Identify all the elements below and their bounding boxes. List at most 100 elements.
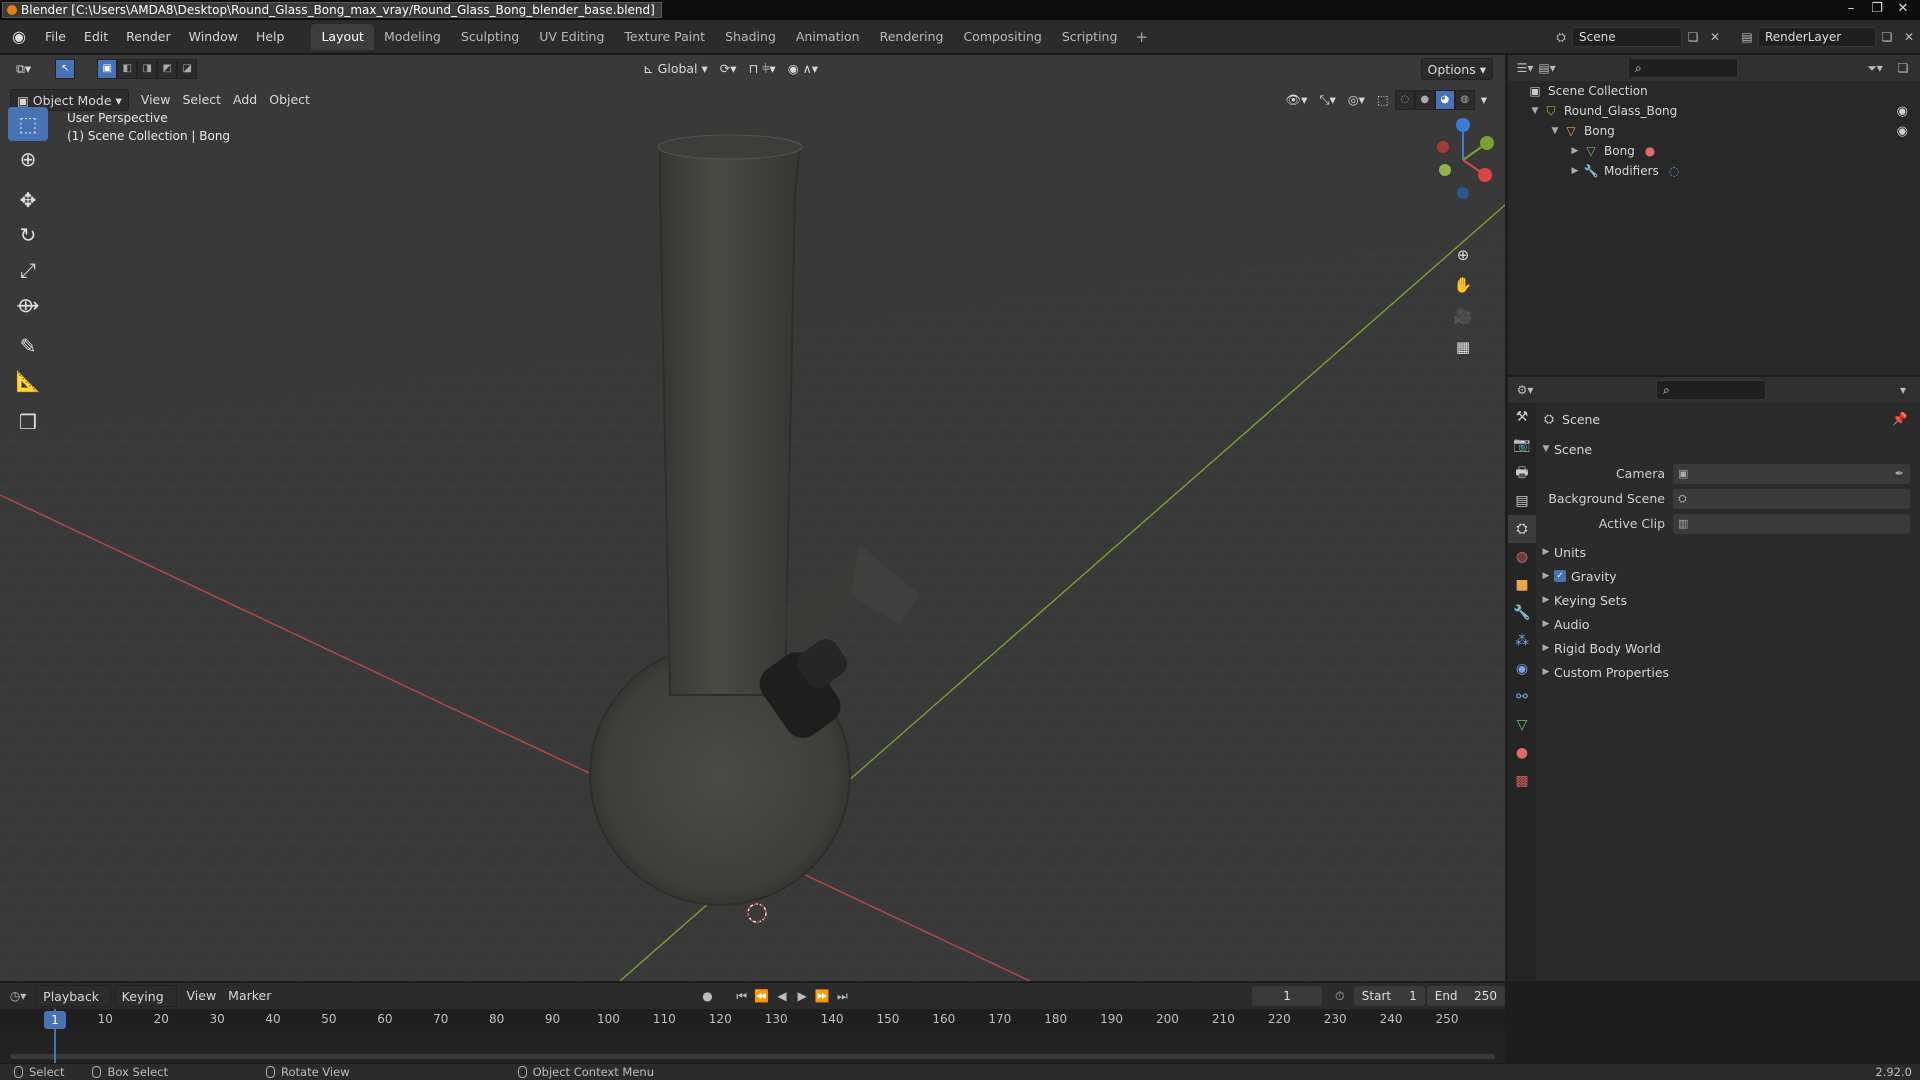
- select-extend-icon[interactable]: ◧: [117, 59, 138, 79]
- add-workspace-icon[interactable]: +: [1127, 24, 1156, 50]
- move-tool-icon[interactable]: ✥: [8, 183, 48, 217]
- display-mode-icon[interactable]: ▤▾: [1536, 58, 1558, 78]
- render-tab-icon[interactable]: 📷: [1508, 431, 1536, 459]
- axis-gizmo-icon[interactable]: [1415, 105, 1505, 215]
- pin-icon[interactable]: 📌: [1892, 411, 1908, 427]
- marker-menu[interactable]: Marker: [222, 985, 277, 1007]
- material-icon[interactable]: ●: [1645, 144, 1655, 158]
- transform-tool-icon[interactable]: ⟴: [8, 288, 48, 322]
- proportional-edit-icon[interactable]: ◉ ∧▾: [782, 58, 824, 80]
- jump-keyframe-back-icon[interactable]: ⏪: [752, 986, 772, 1006]
- active-clip-field[interactable]: ▥: [1673, 513, 1910, 534]
- wireframe-shading-icon[interactable]: ◌: [1394, 90, 1415, 110]
- keying-sets-panel-header[interactable]: ▶ Keying Sets: [1538, 588, 1920, 612]
- jump-start-icon[interactable]: ⏮: [732, 986, 752, 1006]
- physics-tab-icon[interactable]: ◉: [1508, 655, 1536, 683]
- tab-texture-paint[interactable]: Texture Paint: [614, 24, 715, 50]
- select-new-icon[interactable]: ▣: [97, 59, 118, 79]
- scene-tab-icon[interactable]: ⛭: [1508, 515, 1536, 543]
- camera-field[interactable]: ▣ ✒: [1673, 463, 1910, 484]
- select-box-tool-icon[interactable]: ⬚: [8, 107, 48, 141]
- timeline-ruler[interactable]: 1102030405060708090100110120130140150160…: [0, 1009, 1505, 1031]
- play-icon[interactable]: ▶: [792, 986, 812, 1006]
- outliner-row-scene-collection[interactable]: ▣ Scene Collection: [1508, 81, 1920, 101]
- stopwatch-icon[interactable]: ⏱: [1330, 986, 1350, 1006]
- constraints-tab-icon[interactable]: ⚯: [1508, 683, 1536, 711]
- add-cube-tool-icon[interactable]: ❒: [8, 405, 48, 439]
- tab-animation[interactable]: Animation: [786, 24, 870, 50]
- expand-toggle-icon[interactable]: ▼: [1548, 126, 1562, 136]
- options-dropdown[interactable]: Options ▾: [1420, 58, 1493, 80]
- gravity-checkbox[interactable]: ✓: [1554, 570, 1566, 582]
- units-panel-header[interactable]: ▶ Units: [1538, 540, 1920, 564]
- expand-toggle-icon[interactable]: ▼: [1528, 106, 1542, 116]
- outliner-row-bong-mesh[interactable]: ▶ ▽ Bong ●: [1508, 141, 1920, 161]
- outliner-row-round-glass-bong[interactable]: ▼ ⛉ Round_Glass_Bong ◉: [1508, 101, 1920, 121]
- keying-menu[interactable]: Keying ▾: [114, 985, 177, 1026]
- timeline-view-menu[interactable]: View: [181, 985, 223, 1007]
- jump-end-icon[interactable]: ⏭: [832, 986, 852, 1006]
- expand-toggle-icon[interactable]: ▶: [1568, 146, 1582, 156]
- perspective-toggle-icon[interactable]: ▦: [1450, 334, 1476, 360]
- outliner-search-input[interactable]: ⌕: [1628, 58, 1738, 78]
- playback-menu[interactable]: Playback ▾: [36, 985, 111, 1026]
- scene-icon[interactable]: ⛭: [1550, 27, 1572, 47]
- camera-view-icon[interactable]: 🎥: [1450, 303, 1476, 329]
- navigation-gizmo[interactable]: ⊕ ✋ 🎥 ▦: [1415, 105, 1505, 365]
- visibility-eye-icon[interactable]: ◉: [1897, 124, 1908, 139]
- start-frame-field[interactable]: Start 1: [1353, 986, 1425, 1006]
- zoom-icon[interactable]: ⊕: [1450, 242, 1476, 268]
- outliner-row-bong-object[interactable]: ▼ ▽ Bong ◉: [1508, 121, 1920, 141]
- delete-scene-icon[interactable]: ✕: [1704, 27, 1726, 47]
- outliner-row-modifiers[interactable]: ▶ 🔧 Modifiers ◌: [1508, 161, 1920, 181]
- tab-sculpting[interactable]: Sculpting: [451, 24, 529, 50]
- tab-uv-editing[interactable]: UV Editing: [529, 24, 614, 50]
- current-frame-field[interactable]: 1: [1252, 986, 1322, 1006]
- select-invert-icon[interactable]: ◩: [157, 59, 178, 79]
- rigid-body-world-panel-header[interactable]: ▶ Rigid Body World: [1538, 636, 1920, 660]
- annotate-tool-icon[interactable]: ✎: [8, 329, 48, 363]
- end-frame-field[interactable]: End 250: [1426, 986, 1506, 1006]
- tab-shading[interactable]: Shading: [715, 24, 786, 50]
- editor-type-icon[interactable]: ⧉▾: [10, 58, 37, 80]
- properties-options-icon[interactable]: ▾: [1892, 380, 1914, 400]
- minimize-icon[interactable]: –: [1838, 0, 1864, 18]
- outliner-editor-type-icon[interactable]: ☰▾: [1514, 58, 1536, 78]
- new-view-layer-icon[interactable]: ❏: [1876, 27, 1898, 47]
- texture-tab-icon[interactable]: ▩: [1508, 767, 1536, 795]
- material-tab-icon[interactable]: ●: [1508, 739, 1536, 767]
- properties-editor-type-icon[interactable]: ⚙▾: [1514, 380, 1536, 400]
- close-icon[interactable]: ✕: [1890, 0, 1916, 18]
- timeline-track-area[interactable]: [0, 1031, 1505, 1063]
- new-scene-icon[interactable]: ❏: [1682, 27, 1704, 47]
- timeline-scrollbar[interactable]: [10, 1054, 1495, 1059]
- filter-icon[interactable]: ⏷▾: [1864, 58, 1886, 78]
- new-collection-icon[interactable]: ❏: [1892, 58, 1914, 78]
- select-subtract-icon[interactable]: ◨: [137, 59, 158, 79]
- menu-edit[interactable]: Edit: [75, 20, 117, 54]
- properties-search-input[interactable]: ⌕: [1656, 380, 1766, 400]
- tab-rendering[interactable]: Rendering: [870, 24, 954, 50]
- select-intersect-icon[interactable]: ◪: [177, 59, 198, 79]
- cursor-tool-icon[interactable]: ⊕: [8, 142, 48, 176]
- scene-selector[interactable]: Scene: [1572, 27, 1682, 47]
- menu-window[interactable]: Window: [180, 20, 247, 54]
- menu-render[interactable]: Render: [117, 20, 180, 54]
- gizmo-toggle-icon[interactable]: ⤡▾: [1313, 89, 1341, 111]
- xray-toggle-icon[interactable]: ⬚: [1371, 89, 1395, 111]
- transform-orientation-dropdown[interactable]: ⊾ Global ▾: [637, 58, 714, 80]
- data-tab-icon[interactable]: ▽: [1508, 711, 1536, 739]
- background-scene-field[interactable]: ⛭: [1673, 488, 1910, 509]
- particles-tab-icon[interactable]: ⁂: [1508, 627, 1536, 655]
- visibility-icon[interactable]: 👁▾: [1279, 89, 1313, 111]
- custom-properties-panel-header[interactable]: ▶ Custom Properties: [1538, 660, 1920, 684]
- tab-compositing[interactable]: Compositing: [953, 24, 1051, 50]
- auto-keying-icon[interactable]: ●: [697, 986, 717, 1006]
- gravity-panel-header[interactable]: ▶ ✓ Gravity: [1538, 564, 1920, 588]
- snap-icon[interactable]: ⊓ ⫩▾: [743, 58, 782, 80]
- play-reverse-icon[interactable]: ◀: [772, 986, 792, 1006]
- overlay-toggle-icon[interactable]: ◎▾: [1342, 89, 1371, 111]
- eyedropper-icon[interactable]: ✒: [1895, 467, 1904, 480]
- view-layer-selector[interactable]: RenderLayer: [1758, 27, 1876, 47]
- menu-select[interactable]: Select: [176, 89, 227, 111]
